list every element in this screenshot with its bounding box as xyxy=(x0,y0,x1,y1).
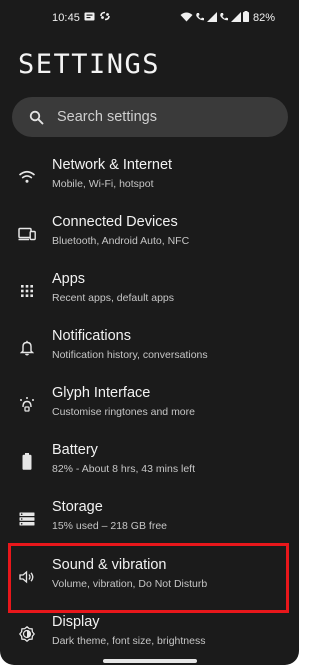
glyph-icon xyxy=(17,395,37,415)
search-placeholder: Search settings xyxy=(57,109,157,125)
settings-item-glyph-interface[interactable]: Glyph Interface Customise ringtones and … xyxy=(0,376,299,433)
battery-icon xyxy=(17,452,37,472)
bell-icon xyxy=(17,338,37,358)
settings-item-subtitle: Dark theme, font size, brightness xyxy=(52,635,206,647)
settings-item-title: Display xyxy=(52,614,100,630)
settings-item-sound-vibration[interactable]: Sound & vibration Volume, vibration, Do … xyxy=(0,548,299,605)
sync-notification-icon xyxy=(99,11,111,24)
message-notification-icon xyxy=(84,12,95,24)
settings-item-storage[interactable]: Storage 15% used – 218 GB free xyxy=(0,490,299,547)
storage-icon xyxy=(17,509,37,529)
settings-item-subtitle: Mobile, Wi-Fi, hotspot xyxy=(52,178,154,190)
settings-item-display[interactable]: Display Dark theme, font size, brightnes… xyxy=(0,605,299,662)
settings-item-notifications[interactable]: Notifications Notification history, conv… xyxy=(0,319,299,376)
status-left-icons xyxy=(84,11,111,24)
wifi-icon xyxy=(17,167,37,187)
settings-item-subtitle: Bluetooth, Android Auto, NFC xyxy=(52,235,190,247)
status-right-icons: 82% xyxy=(180,11,275,25)
signal-1-icon xyxy=(206,11,217,25)
settings-item-subtitle: 15% used – 218 GB free xyxy=(52,520,167,532)
battery-percentage: 82% xyxy=(252,12,275,24)
call-status-icon xyxy=(195,12,205,25)
status-bar: 10:45 82% xyxy=(0,0,299,36)
search-bar[interactable]: Search settings xyxy=(12,97,288,137)
settings-item-title: Network & Internet xyxy=(52,157,173,173)
speaker-icon xyxy=(17,567,37,587)
settings-item-connected-devices[interactable]: Connected Devices Bluetooth, Android Aut… xyxy=(0,205,299,262)
settings-item-subtitle: 82% - About 8 hrs, 43 mins left xyxy=(52,463,195,475)
battery-status-icon xyxy=(242,11,249,25)
settings-item-title: Battery xyxy=(52,442,98,458)
status-time: 10:45 xyxy=(52,12,81,24)
home-indicator[interactable] xyxy=(103,659,197,663)
call-status-2-icon xyxy=(219,12,229,25)
signal-2-icon xyxy=(230,11,241,25)
settings-item-apps[interactable]: Apps Recent apps, default apps xyxy=(0,262,299,319)
settings-item-title: Sound & vibration xyxy=(52,557,167,573)
settings-item-title: Glyph Interface xyxy=(52,385,151,401)
connected-devices-icon xyxy=(17,224,37,244)
search-icon xyxy=(28,109,44,125)
settings-screen: 10:45 82% SETTINGS Search settings Netwo… xyxy=(0,0,299,665)
settings-item-title: Notifications xyxy=(52,328,131,344)
settings-item-title: Apps xyxy=(52,271,86,287)
settings-item-subtitle: Customise ringtones and more xyxy=(52,406,195,418)
phone-frame: 10:45 82% SETTINGS Search settings Netwo… xyxy=(0,0,300,667)
settings-item-title: Storage xyxy=(52,499,103,515)
settings-item-title: Connected Devices xyxy=(52,214,178,230)
page-title: SETTINGS xyxy=(18,49,161,80)
settings-item-subtitle: Recent apps, default apps xyxy=(52,292,175,304)
settings-item-subtitle: Notification history, conversations xyxy=(52,349,208,361)
settings-item-subtitle: Volume, vibration, Do Not Disturb xyxy=(52,578,208,590)
display-icon xyxy=(17,624,37,644)
settings-item-network[interactable]: Network & Internet Mobile, Wi-Fi, hotspo… xyxy=(0,148,299,205)
settings-item-battery[interactable]: Battery 82% - About 8 hrs, 43 mins left xyxy=(0,433,299,490)
wifi-status-icon xyxy=(180,12,193,25)
apps-grid-icon xyxy=(17,281,37,301)
